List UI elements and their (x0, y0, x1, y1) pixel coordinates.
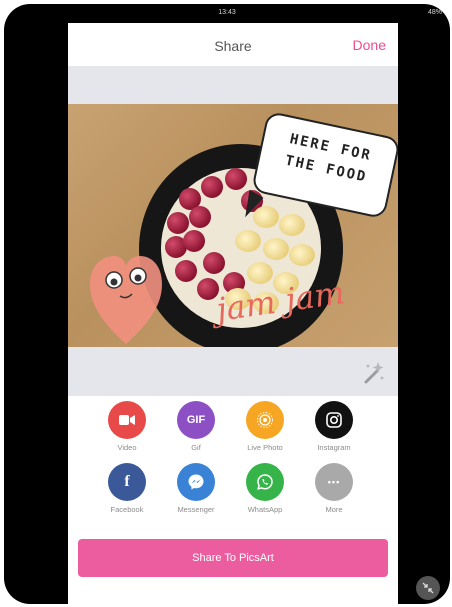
raspberry (225, 168, 247, 190)
share-label: More (325, 505, 343, 514)
share-messenger-button[interactable]: Messenger (162, 463, 230, 514)
raspberry (167, 212, 189, 234)
banana-slice (279, 214, 305, 236)
instagram-icon (315, 401, 353, 439)
share-label: Live Photo (247, 443, 283, 452)
share-gif-button[interactable]: GIF Gif (162, 401, 230, 452)
whatsapp-icon (246, 463, 284, 501)
image-preview-area: HERE FOR THE FOOD jam jam (68, 66, 398, 396)
share-row: Video GIF Gif Live Photo Instagram (68, 401, 398, 463)
banana-slice (247, 262, 273, 284)
banana-slice (263, 238, 289, 260)
raspberry (201, 176, 223, 198)
banana-slice (235, 230, 261, 252)
share-whatsapp-button[interactable]: WhatsApp (231, 463, 299, 514)
gif-icon: GIF (177, 401, 215, 439)
heart-face-sticker[interactable] (86, 240, 166, 347)
live-photo-icon (246, 401, 284, 439)
device-frame: 13:43 48% Share Done HERE FOR THE FOOD j… (4, 4, 450, 604)
raspberry (189, 206, 211, 228)
share-label: Instagram (317, 443, 351, 452)
share-facebook-button[interactable]: f Facebook (93, 463, 161, 514)
share-label: Gif (191, 443, 201, 452)
share-label: Messenger (177, 505, 215, 514)
share-row: f Facebook Messenger WhatsApp ••• More (68, 463, 398, 525)
video-camera-icon (108, 401, 146, 439)
share-live-photo-button[interactable]: Live Photo (231, 401, 299, 452)
raspberry (183, 230, 205, 252)
status-time: 13:43 (218, 9, 236, 16)
done-button[interactable]: Done (353, 37, 386, 53)
share-to-picsart-button[interactable]: Share To PicsArt (78, 539, 388, 577)
share-label: WhatsApp (247, 505, 283, 514)
shrink-window-button[interactable] (416, 576, 440, 600)
collapse-arrows-icon (422, 582, 434, 594)
share-label: Video (117, 443, 137, 452)
share-header: Share Done (68, 23, 398, 66)
banana-slice (253, 206, 279, 228)
share-sheet: Share Done HERE FOR THE FOOD jam jam Vid… (68, 23, 398, 604)
share-more-button[interactable]: ••• More (300, 463, 368, 514)
raspberry (203, 252, 225, 274)
more-dots-icon: ••• (315, 463, 353, 501)
facebook-icon: f (108, 463, 146, 501)
status-bar: 13:43 48% (4, 4, 450, 22)
magic-wand-icon[interactable] (360, 360, 386, 386)
page-title: Share (214, 38, 252, 54)
messenger-icon (177, 463, 215, 501)
share-instagram-button[interactable]: Instagram (300, 401, 368, 452)
edited-photo: HERE FOR THE FOOD jam jam (68, 104, 398, 347)
speech-bubble-text: HERE FOR THE FOOD (283, 131, 374, 186)
banana-slice (289, 244, 315, 266)
share-video-button[interactable]: Video (93, 401, 161, 452)
share-label: Facebook (110, 505, 144, 514)
battery-level: 48% (427, 9, 442, 16)
raspberry (175, 260, 197, 282)
